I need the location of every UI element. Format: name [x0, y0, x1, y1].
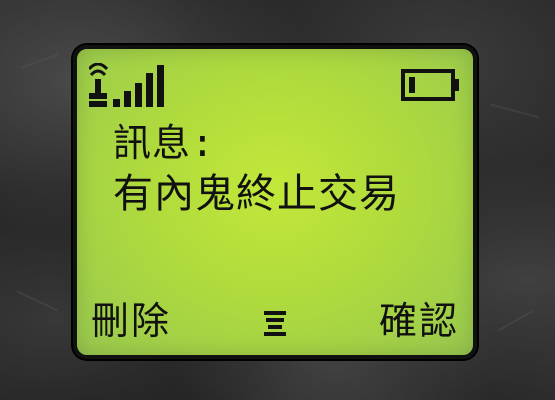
phone-screen: 訊息: 有內鬼終止交易 刪除 確認	[73, 45, 477, 359]
battery-icon	[401, 69, 459, 101]
background-texture	[497, 310, 533, 332]
background-texture	[490, 103, 540, 119]
confirm-softkey[interactable]: 確認	[379, 290, 459, 345]
message-area: 訊息: 有內鬼終止交易	[113, 119, 453, 219]
menu-icon[interactable]	[264, 311, 286, 337]
message-text: 有內鬼終止交易	[113, 171, 400, 217]
message-label: 訊息:	[113, 121, 215, 165]
signal-strength-icon	[89, 63, 164, 107]
background-texture	[20, 53, 60, 69]
softkey-bar: 刪除 確認	[77, 293, 473, 345]
background-texture	[16, 290, 59, 312]
delete-softkey[interactable]: 刪除	[91, 290, 171, 345]
